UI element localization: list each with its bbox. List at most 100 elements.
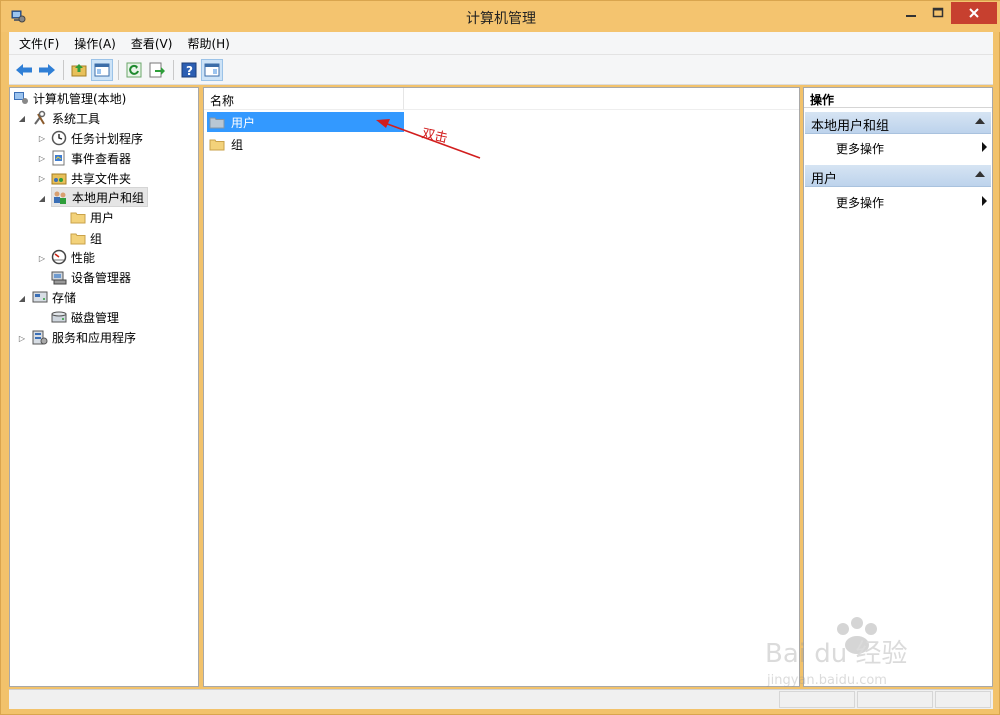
up-level-button[interactable] <box>68 59 90 81</box>
tree-item-device-manager[interactable]: 设备管理器 <box>51 267 131 287</box>
performance-icon <box>51 249 67 265</box>
console-tree-icon <box>94 63 110 76</box>
collapse-arrow-icon[interactable]: ◢ <box>18 294 26 303</box>
menu-file[interactable]: 文件(F) <box>9 35 64 52</box>
tree-label: 共享文件夹 <box>71 171 132 186</box>
collapse-arrow-icon[interactable]: ◢ <box>18 114 26 123</box>
tree-item-users[interactable]: 用户 <box>70 207 114 227</box>
tree-item-event-viewer[interactable]: 事件查看器 <box>51 148 131 168</box>
submenu-arrow-icon <box>982 142 987 152</box>
actions-header: 操作 <box>804 88 992 108</box>
computer-management-icon <box>13 90 29 106</box>
maximize-icon <box>932 7 944 18</box>
menu-help[interactable]: 帮助(H) <box>177 35 234 52</box>
svg-text:?: ? <box>186 64 193 78</box>
help-button[interactable]: ? <box>178 59 200 81</box>
title-bar[interactable]: 计算机管理 <box>1 1 1000 32</box>
refresh-icon <box>126 62 142 77</box>
action-more-actions[interactable]: 更多操作 <box>836 192 991 210</box>
tree-item-root[interactable]: 计算机管理(本地) <box>13 88 126 108</box>
window-title: 计算机管理 <box>466 11 536 27</box>
tree-label: 磁盘管理 <box>71 310 120 325</box>
collapse-caret-icon[interactable] <box>975 171 985 177</box>
tree-item-system-tools[interactable]: 系统工具 <box>32 108 100 128</box>
collapse-arrow-icon[interactable]: ◢ <box>38 194 46 203</box>
tree-label: 本地用户和组 <box>72 190 145 205</box>
tree-item-disk-management[interactable]: 磁盘管理 <box>51 307 119 327</box>
tree-label: 系统工具 <box>52 111 101 126</box>
folder-up-icon <box>71 63 87 76</box>
tree-item-services-apps[interactable]: 服务和应用程序 <box>32 327 136 347</box>
storage-icon <box>32 289 48 305</box>
close-button[interactable] <box>951 2 997 24</box>
watermark-url: jingyan.baidu.com <box>767 673 887 688</box>
forward-button[interactable] <box>36 59 58 81</box>
expand-arrow-icon[interactable]: ▷ <box>38 154 46 163</box>
close-icon <box>969 8 979 18</box>
minimize-button[interactable] <box>897 2 925 24</box>
action-pane-icon <box>204 63 220 76</box>
menu-action[interactable]: 操作(A) <box>64 35 121 52</box>
column-header-filler <box>404 88 799 110</box>
tree-label: 计算机管理(本地) <box>33 91 127 106</box>
toolbar-separator <box>118 59 119 80</box>
action-group-users[interactable]: 用户 <box>805 165 991 187</box>
back-arrow-icon <box>16 63 32 76</box>
clock-icon <box>51 130 67 146</box>
expand-arrow-icon[interactable]: ▷ <box>38 174 46 183</box>
folder-icon <box>70 230 86 246</box>
export-icon <box>149 62 165 77</box>
tree-label: 存储 <box>52 290 77 305</box>
baidu-watermark: Bai du 经验 jingyan.baidu.com <box>765 615 955 695</box>
forward-arrow-icon <box>39 63 55 76</box>
expand-arrow-icon[interactable]: ▷ <box>38 254 46 263</box>
tree-item-local-users-groups[interactable]: 本地用户和组 <box>51 187 149 207</box>
folder-icon <box>209 136 225 152</box>
help-icon: ? <box>181 62 197 78</box>
action-group-label: 本地用户和组 <box>811 119 890 134</box>
back-button[interactable] <box>13 59 35 81</box>
actions-pane: 操作 本地用户和组 更多操作 用户 更多操作 <box>803 87 993 687</box>
list-item-groups[interactable]: 组 <box>207 134 404 154</box>
list-item-label: 用户 <box>231 115 256 130</box>
results-list: 名称 用户 组 <box>203 87 800 687</box>
action-group-local-users-groups[interactable]: 本地用户和组 <box>805 112 991 134</box>
toolbar-separator <box>63 59 64 80</box>
tree-label: 任务计划程序 <box>71 131 144 146</box>
event-viewer-icon <box>51 150 67 166</box>
tree-item-groups[interactable]: 组 <box>70 228 102 248</box>
export-list-button[interactable] <box>146 59 168 81</box>
services-icon <box>32 329 48 345</box>
collapse-caret-icon[interactable] <box>975 118 985 124</box>
tree-label: 服务和应用程序 <box>52 330 137 345</box>
list-item-users[interactable]: 用户 <box>207 112 404 132</box>
action-label: 更多操作 <box>836 142 885 156</box>
toolbar-separator <box>173 59 174 80</box>
tree-item-task-scheduler[interactable]: 任务计划程序 <box>51 128 143 148</box>
menu-bar: 文件(F) 操作(A) 查看(V) 帮助(H) <box>9 32 993 55</box>
app-window: 计算机管理 文件(F) 操作(A) 查看(V) 帮助(H) ? 计算机管理(本地… <box>0 0 1000 715</box>
show-hide-console-tree-button[interactable] <box>91 58 113 81</box>
tools-icon <box>32 110 48 126</box>
tree-label: 组 <box>90 231 103 246</box>
refresh-button[interactable] <box>123 59 145 81</box>
tree-label: 用户 <box>90 210 115 225</box>
action-more-actions[interactable]: 更多操作 <box>836 138 991 156</box>
shared-folder-icon <box>51 170 67 186</box>
action-group-label: 用户 <box>811 172 838 187</box>
menu-view[interactable]: 查看(V) <box>121 35 178 52</box>
tree-item-performance[interactable]: 性能 <box>51 247 95 267</box>
console-tree: 计算机管理(本地) ◢ 系统工具 ▷ 任务计划程序 ▷ 事件查看器 ▷ 共享文件… <box>9 87 199 687</box>
tree-item-shared-folders[interactable]: 共享文件夹 <box>51 168 131 188</box>
tree-label: 设备管理器 <box>71 270 132 285</box>
maximize-button[interactable] <box>925 2 951 24</box>
show-hide-action-pane-button[interactable] <box>201 58 223 81</box>
column-header-name[interactable]: 名称 <box>204 88 404 110</box>
folder-icon <box>209 114 225 130</box>
tree-item-storage[interactable]: 存储 <box>32 287 76 307</box>
list-item-label: 组 <box>231 137 244 152</box>
expand-arrow-icon[interactable]: ▷ <box>38 134 46 143</box>
tree-label: 性能 <box>71 250 96 265</box>
minimize-icon <box>906 15 916 17</box>
expand-arrow-icon[interactable]: ▷ <box>18 334 26 343</box>
